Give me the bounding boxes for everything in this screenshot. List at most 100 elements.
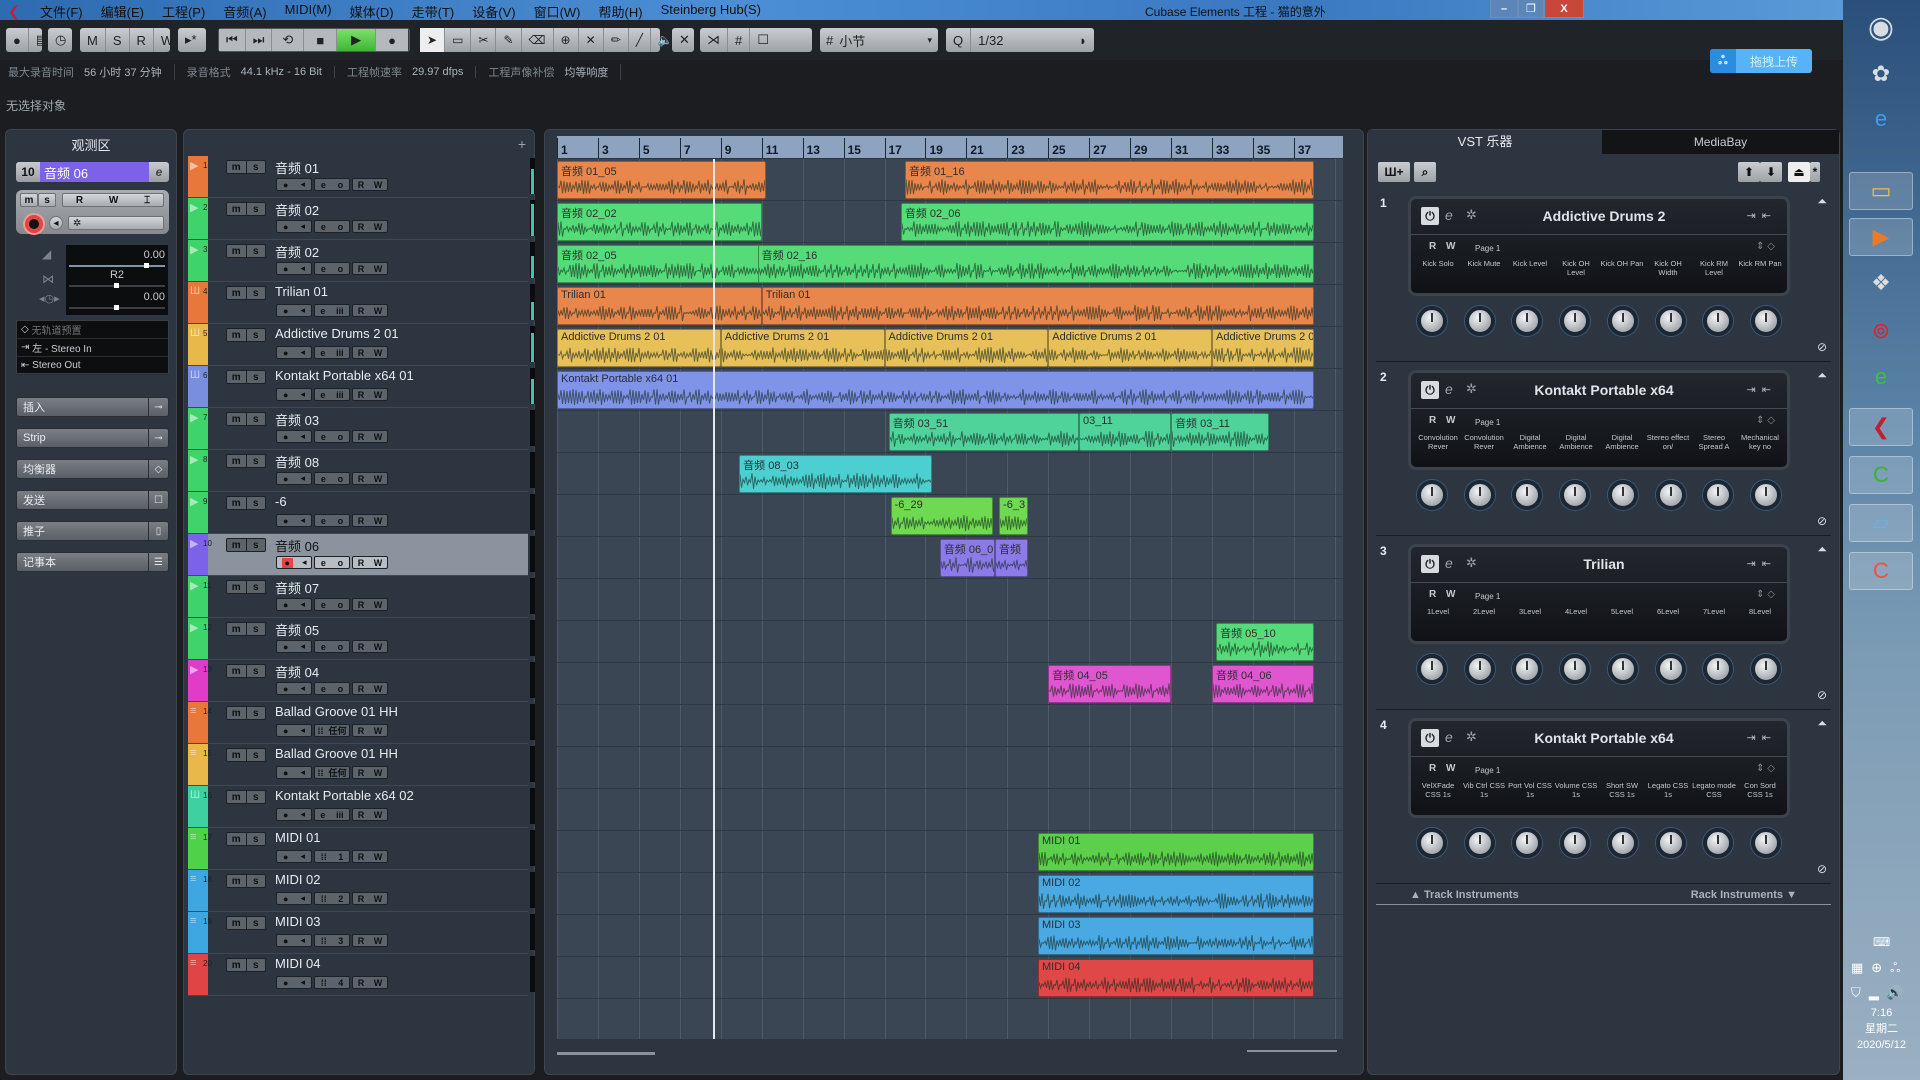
record-enable-button[interactable]: ● bbox=[283, 894, 288, 904]
event-clip[interactable]: Addictive Drums 2 01 bbox=[1212, 329, 1315, 367]
read-button[interactable]: R bbox=[358, 852, 365, 862]
mute-button[interactable]: m bbox=[227, 791, 247, 803]
track-color[interactable]: Ш6 bbox=[188, 366, 208, 407]
file-explorer-icon[interactable]: ▭ bbox=[1849, 172, 1913, 210]
solo-button[interactable]: s bbox=[247, 539, 266, 551]
edit-channel-icon[interactable]: e bbox=[320, 348, 325, 358]
track-color[interactable]: ▶ 13 bbox=[188, 660, 212, 701]
track-name[interactable]: Ballad Groove 01 HH bbox=[275, 746, 398, 761]
write-button[interactable]: W bbox=[374, 600, 383, 610]
constrain-delay-button[interactable]: ◷ bbox=[48, 28, 72, 52]
write-button[interactable]: W bbox=[374, 768, 383, 778]
record-enable-button[interactable] bbox=[23, 213, 45, 235]
quick-control-knob[interactable] bbox=[1703, 828, 1734, 858]
camtasia-icon[interactable]: C bbox=[1849, 456, 1913, 494]
pan-value[interactable]: R2 bbox=[66, 269, 168, 281]
track-mid-control[interactable]: iii bbox=[336, 348, 344, 358]
quick-control-knob[interactable] bbox=[1416, 480, 1447, 510]
event-clip[interactable]: MIDI 04 bbox=[1038, 959, 1315, 997]
io-icons[interactable]: ⇥⇤ bbox=[1747, 731, 1777, 744]
event-clip[interactable]: 音频 04_06 bbox=[1212, 665, 1315, 703]
mute-button[interactable]: m bbox=[227, 287, 247, 299]
track-preset[interactable]: ◇ 无轨道预置 bbox=[17, 321, 168, 339]
read-button[interactable]: R bbox=[358, 222, 365, 232]
track-mid-control[interactable]: iii bbox=[336, 810, 344, 820]
monitor-button[interactable]: ◂ bbox=[300, 767, 305, 778]
track-mid-control[interactable]: iii bbox=[336, 390, 344, 400]
track-name[interactable]: 音频 06 bbox=[40, 162, 149, 182]
page-arrows-icon[interactable]: ⇕ ◇ bbox=[1756, 763, 1775, 774]
monitor-button[interactable]: ◂ bbox=[300, 935, 305, 946]
solo-button[interactable]: s bbox=[247, 287, 266, 299]
event-clip[interactable]: MIDI 03 bbox=[1038, 917, 1315, 955]
event-clip[interactable]: 音频 bbox=[995, 539, 1028, 577]
star-icon[interactable]: * bbox=[1810, 162, 1820, 182]
edit-channel-icon[interactable]: e bbox=[320, 810, 325, 820]
edit-channel-icon[interactable]: e bbox=[149, 162, 169, 182]
write-button[interactable]: W bbox=[374, 306, 383, 316]
track-color[interactable]: Ш4 bbox=[188, 282, 208, 323]
read-button[interactable]: R bbox=[358, 474, 365, 484]
read-button[interactable]: R bbox=[358, 726, 365, 736]
mute-tool-icon[interactable]: ✕ bbox=[579, 28, 604, 52]
zoom-tool-icon[interactable]: ⊕ bbox=[554, 28, 579, 52]
track-name[interactable]: Kontakt Portable x64 02 bbox=[275, 788, 414, 803]
track-name[interactable]: MIDI 01 bbox=[275, 830, 321, 845]
quick-control-knob[interactable] bbox=[1560, 306, 1591, 336]
media-player-icon[interactable]: ▶ bbox=[1849, 218, 1913, 256]
record-enable-button[interactable]: ● bbox=[283, 684, 288, 694]
menu-item[interactable]: 文件(F) bbox=[40, 2, 93, 21]
solo-button[interactable]: s bbox=[247, 875, 266, 887]
read-button[interactable]: R bbox=[358, 558, 365, 568]
quick-control-knob[interactable] bbox=[1416, 654, 1447, 684]
tab-vst-instruments[interactable]: VST 乐器 bbox=[1368, 130, 1602, 154]
event-clip[interactable]: -6_3 bbox=[999, 497, 1028, 535]
track-color[interactable]: ▶ 9 bbox=[188, 492, 208, 533]
write-button[interactable]: W bbox=[374, 474, 383, 484]
event-clip[interactable]: MIDI 01 bbox=[1038, 833, 1315, 871]
track-mid-control[interactable]: 3 bbox=[338, 936, 343, 946]
write-button[interactable]: W bbox=[109, 195, 118, 206]
collapse-icon[interactable]: ⏶ bbox=[1817, 194, 1827, 209]
mute-button[interactable]: m bbox=[227, 623, 247, 635]
app-launcher-icon[interactable]: ✿ bbox=[1849, 55, 1913, 93]
track-row[interactable]: ▶ 11 m s 音频 07 ● ◂ e o R W bbox=[188, 576, 535, 618]
read-all-button[interactable]: R bbox=[130, 28, 154, 52]
track-color[interactable]: ▶ 1 bbox=[188, 156, 208, 197]
track-mid-control[interactable]: o bbox=[338, 558, 344, 568]
track-color[interactable]: ▶ 11 bbox=[188, 576, 211, 617]
track-mid-control[interactable]: o bbox=[338, 684, 344, 694]
track-row[interactable]: ▶ 9 m s -6 ● ◂ e o R W bbox=[188, 492, 535, 534]
menu-item[interactable]: 走带(T) bbox=[412, 2, 465, 21]
mute-all-button[interactable]: M bbox=[80, 28, 106, 52]
midi-channel-icon[interactable]: ⁞⁞ bbox=[317, 768, 323, 778]
midi-channel-icon[interactable]: ⁞⁞ bbox=[321, 894, 327, 904]
track-mid-control[interactable]: 任何 bbox=[328, 724, 346, 737]
quick-control-knob[interactable] bbox=[1751, 654, 1782, 684]
write-button[interactable]: W bbox=[374, 894, 383, 904]
write-button[interactable]: W bbox=[374, 810, 383, 820]
quick-control-knob[interactable] bbox=[1703, 480, 1734, 510]
quick-control-knob[interactable] bbox=[1464, 480, 1495, 510]
write-button[interactable]: W bbox=[374, 432, 383, 442]
layout-toggle[interactable]: ● ▤ bbox=[6, 28, 48, 52]
edit-instrument-icon[interactable]: e bbox=[1445, 207, 1453, 223]
edit-channel-icon[interactable]: e bbox=[321, 264, 326, 274]
settings-icon[interactable]: ⊘ bbox=[1817, 514, 1827, 528]
instrument-name[interactable]: Addictive Drums 2 bbox=[1501, 208, 1707, 224]
collapse-icon[interactable]: ⏶ bbox=[1817, 716, 1827, 731]
mute-button[interactable]: m bbox=[227, 707, 247, 719]
solo-button[interactable]: s bbox=[247, 371, 266, 383]
event-clip[interactable]: 音频 02_06 bbox=[900, 203, 1315, 241]
quantize-select[interactable]: Q 1/32 ◗ bbox=[946, 28, 1094, 52]
menu-item[interactable]: 媒体(D) bbox=[350, 2, 404, 21]
solo-button[interactable]: s bbox=[247, 917, 266, 929]
page-arrows-icon[interactable]: ⇕ ◇ bbox=[1756, 589, 1775, 600]
solo-button[interactable]: s bbox=[247, 329, 266, 341]
track-name[interactable]: MIDI 03 bbox=[275, 914, 321, 929]
record-enable-button[interactable]: ● bbox=[283, 978, 288, 988]
mute-button[interactable]: m bbox=[227, 161, 247, 173]
instrument-name[interactable]: Trilian bbox=[1501, 556, 1707, 572]
section-icon[interactable]: ▯ bbox=[148, 522, 168, 540]
track-row[interactable]: ▶ 2 m s 音频 02 ● ◂ e o R W bbox=[188, 198, 535, 240]
